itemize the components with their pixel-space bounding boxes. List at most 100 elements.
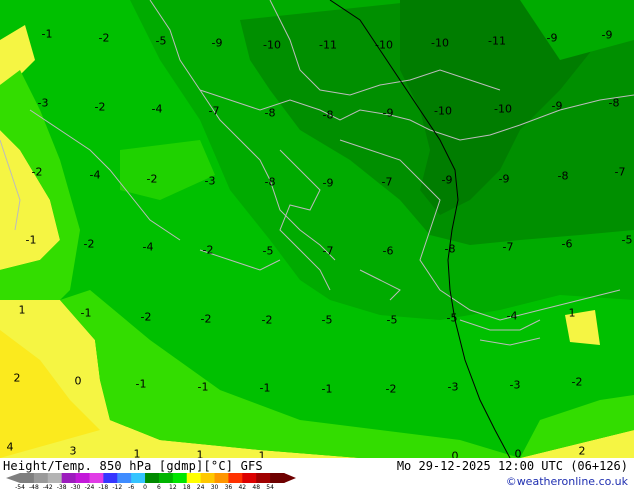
contour-label: 1: [133, 447, 141, 459]
contour-label: -5: [155, 34, 167, 48]
contour-label: -10: [263, 38, 281, 52]
contour-label: -11: [488, 34, 506, 48]
contour-label: -8: [322, 108, 334, 122]
contour-label: 4: [6, 440, 14, 454]
contour-label: -3: [447, 380, 459, 394]
contour-label: 3: [69, 444, 77, 458]
contour-label: -2: [571, 375, 583, 389]
scale-arrow-right: [284, 473, 296, 483]
color-scale: -54 -48 -42 -38 -30 -24 -18 -12 -6 0 6 12 18 24 30 36 42…: [6, 472, 296, 491]
contour-label: 2: [578, 444, 586, 458]
contour-label: -9: [322, 176, 334, 190]
scale-swatch: [20, 473, 35, 483]
contour-label: -3: [204, 174, 216, 188]
contour-label: 1: [196, 448, 204, 459]
contour-label: -8: [444, 242, 456, 256]
contour-label: -7: [381, 175, 393, 189]
contour-label: -7: [502, 240, 514, 254]
contour-label: -2: [98, 31, 110, 45]
scale-swatch: [200, 473, 216, 483]
contour-label: 2: [13, 371, 21, 385]
contour-label: -9: [546, 31, 558, 45]
scale-swatch: [33, 473, 49, 483]
weather-map: -1 -2 -5 -9 -10 -11 -10 -10 -11 -9 -9 -3 -2 -4 -7 -8 -8-…: [0, 0, 634, 458]
contour-label: -4: [89, 168, 101, 182]
contour-label: -6: [382, 244, 394, 258]
contour-label: -1: [197, 380, 209, 394]
contour-label: -2: [146, 172, 158, 186]
contour-label: -5: [321, 313, 333, 327]
scale-swatch: [186, 473, 202, 483]
contour-label: -1: [41, 27, 53, 41]
scale-swatch: [89, 473, 104, 483]
scale-swatch: [228, 473, 243, 483]
contour-label: -8: [557, 169, 569, 183]
contour-label: -1: [135, 377, 147, 391]
contour-label: -9: [382, 106, 394, 120]
contour-label: 0: [74, 374, 82, 388]
map-shading: [0, 0, 634, 458]
scale-swatch: [145, 473, 160, 483]
scale-swatch: [256, 473, 271, 483]
contour-label: 0: [451, 449, 459, 459]
contour-label: -2: [140, 310, 152, 324]
scale-swatch: [214, 473, 229, 483]
contour-label: -1: [25, 233, 37, 247]
contour-label: -9: [601, 28, 613, 42]
contour-label: -7: [208, 104, 220, 118]
contour-label: -5: [446, 311, 458, 325]
scale-swatch: [131, 473, 146, 483]
contour-label: -3: [37, 96, 49, 110]
contour-label: -2: [83, 237, 95, 251]
contour-label: -9: [498, 172, 510, 186]
scale-swatch: [117, 473, 132, 483]
contour-label: -2: [200, 312, 212, 326]
scale-swatch: [172, 473, 188, 483]
contour-label: 0: [514, 447, 522, 459]
contour-label: -7: [322, 244, 334, 258]
contour-label: -6: [561, 237, 573, 251]
scale-swatch: [75, 473, 90, 483]
contour-label: -2: [94, 100, 106, 114]
contour-label: -3: [509, 378, 521, 392]
color-scale-bar: [6, 473, 296, 483]
contour-label: -8: [608, 96, 620, 110]
contour-label: -4: [506, 309, 518, 323]
contour-label: -1: [321, 382, 333, 396]
contour-label: -2: [385, 382, 397, 396]
contour-label: -8: [264, 175, 276, 189]
scale-swatch: [61, 473, 77, 483]
contour-label: -5: [262, 244, 274, 258]
contour-label: 1: [18, 303, 26, 317]
contour-label: -1: [259, 381, 271, 395]
contour-label: -1: [80, 306, 92, 320]
contour-label: -5: [621, 233, 633, 247]
contour-label: 1: [258, 449, 266, 459]
contour-label: -11: [319, 38, 337, 52]
contour-label: -2: [261, 313, 273, 327]
contour-label: -9: [551, 99, 563, 113]
contour-label: -9: [211, 36, 223, 50]
scale-swatch: [242, 473, 257, 483]
contour-label: -4: [151, 102, 163, 116]
scale-swatch: [158, 473, 174, 483]
contour-label: -10: [375, 38, 393, 52]
valid-datetime: Mo 29-12-2025 12:00 UTC (06+126): [396, 459, 628, 473]
contour-label: -5: [386, 313, 398, 327]
contour-label: -10: [434, 104, 452, 118]
scale-swatch: [270, 473, 285, 483]
contour-label: -7: [614, 165, 626, 179]
scale-swatch: [103, 473, 118, 483]
contour-label: 1: [568, 306, 576, 320]
contour-label: -10: [431, 36, 449, 50]
contour-label: -4: [142, 240, 154, 254]
map-footer: Height/Temp. 850 hPa [gdmp][°C] GFS Mo 2…: [0, 458, 634, 491]
contour-label: -10: [494, 102, 512, 116]
scale-arrow-left: [6, 473, 20, 483]
contour-label: -9: [441, 173, 453, 187]
contour-label: -8: [264, 106, 276, 120]
scale-swatch: [47, 473, 63, 483]
contour-label: -2: [31, 165, 43, 179]
contour-label: -2: [202, 243, 214, 257]
credit-link[interactable]: ©weatheronline.co.uk: [506, 475, 628, 488]
